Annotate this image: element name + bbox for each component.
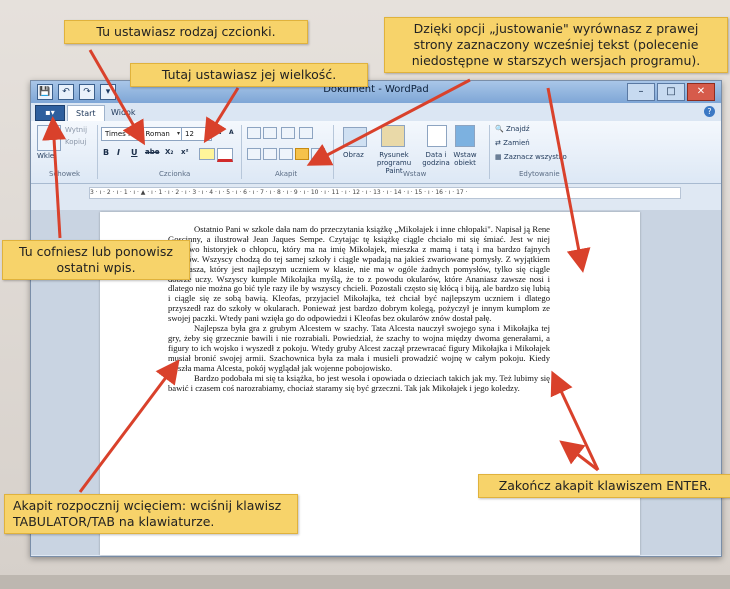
object-icon[interactable] [455,125,475,147]
chevron-down-icon: ▾ [176,130,180,137]
copy-button[interactable]: Kopiuj [65,138,86,146]
font-family-select[interactable]: Times New Roman ▾ [101,127,182,141]
callout-indent: Akapit rozpocznij wcięciem: wciśnij klaw… [4,494,298,534]
ribbon: Wklej Wytnij Kopiuj Schowek Times New Ro… [31,121,721,184]
find-button[interactable]: 🔍 Znajdź [495,125,530,133]
increase-indent-icon[interactable] [263,127,277,139]
app-menu-button[interactable]: ▪▾ [35,105,65,121]
font-family-value: Times New Roman [105,130,170,138]
align-left-icon[interactable] [247,148,261,160]
paragraph-3[interactable]: Bardzo podobała mi się ta książka, bo je… [168,373,550,394]
insert-object-button[interactable]: Wstaw obiekt [451,151,479,167]
paragraph-2[interactable]: Najlepsza była gra z grubym Alcestem w s… [168,323,550,374]
maximize-button[interactable]: □ [657,83,685,101]
paragraph-1[interactable]: Ostatnio Pani w szkole dała nam do przec… [168,224,550,324]
separator [97,125,98,179]
line-spacing-icon[interactable] [299,127,313,139]
paste-icon[interactable] [37,125,61,151]
highlight-icon[interactable] [199,148,215,160]
group-font-label: Czcionka [159,170,191,178]
group-editing-label: Edytowanie [519,170,560,178]
minimize-button[interactable]: – [627,83,655,101]
help-icon[interactable]: ? [704,106,715,117]
group-clipboard-label: Schowek [49,170,81,178]
align-center-icon[interactable] [263,148,277,160]
text-color-icon[interactable] [217,148,233,162]
separator [241,125,242,179]
callout-enter: Zakończ akapit klawiszem ENTER. [478,474,730,498]
callout-undo: Tu cofniesz lub ponowisz ostatni wpis. [2,240,190,280]
bold-button[interactable]: B [103,148,109,157]
callout-font-size: Tutaj ustawiasz jej wielkość. [130,63,368,87]
calendar-icon[interactable] [427,125,447,147]
close-button[interactable]: ✕ [687,83,715,101]
select-all-button[interactable]: ▦ Zaznacz wszystko [495,153,567,161]
replace-button[interactable]: ⇄ Zamień [495,139,530,147]
separator [333,125,334,179]
paragraph-icon[interactable] [311,148,325,160]
ruler[interactable]: 3 · ı · 2 · ı · 1 · ı · ▲ · ı · 1 · ı · … [89,187,681,199]
justify-icon[interactable] [295,148,309,160]
find-label: Znajdź [505,125,530,133]
italic-button[interactable]: I [117,148,120,157]
image-icon[interactable] [343,127,367,147]
subscript-button[interactable]: X₂ [165,148,173,156]
align-right-icon[interactable] [279,148,293,160]
replace-label: Zamień [503,139,530,147]
bullets-icon[interactable] [281,127,295,139]
binoculars-icon: 🔍 [495,125,504,133]
tab-view[interactable]: Widok [103,105,144,120]
callout-justify: Dzięki opcji „justowanie" wyrównasz z pr… [384,17,728,73]
group-paragraph-label: Akapit [275,170,298,178]
insert-date-button[interactable]: Data i godzina [421,151,451,167]
grow-font-button[interactable]: A [215,127,221,136]
window-controls: – □ ✕ [627,83,715,101]
separator [489,125,490,179]
shrink-font-button[interactable]: A [229,129,234,136]
strikethrough-button[interactable]: abe [145,148,159,156]
paste-button[interactable]: Wklej [37,152,56,160]
replace-icon: ⇄ [495,139,501,147]
font-size-value: 12 [185,130,194,138]
cut-button[interactable]: Wytnij [65,126,87,134]
insert-image-button[interactable]: Obraz [343,151,364,159]
document-text[interactable]: Ostatnio Pani w szkole dała nam do przec… [168,224,550,394]
select-all-label: Zaznacz wszystko [503,153,567,161]
underline-button[interactable]: U [131,148,138,157]
bottom-strip [0,575,730,589]
select-all-icon: ▦ [495,153,502,161]
callout-font-type: Tu ustawiasz rodzaj czcionki. [64,20,308,44]
paint-palette-icon[interactable] [381,125,405,147]
font-size-select[interactable]: 12 ▾ [181,127,212,141]
chevron-down-icon: ▾ [206,130,210,137]
tab-start[interactable]: Start [67,105,105,121]
ribbon-tabs: ▪▾ Start Widok ? [31,103,721,122]
group-insert-label: Wstaw [403,170,427,178]
superscript-button[interactable]: x² [181,148,189,156]
decrease-indent-icon[interactable] [247,127,261,139]
